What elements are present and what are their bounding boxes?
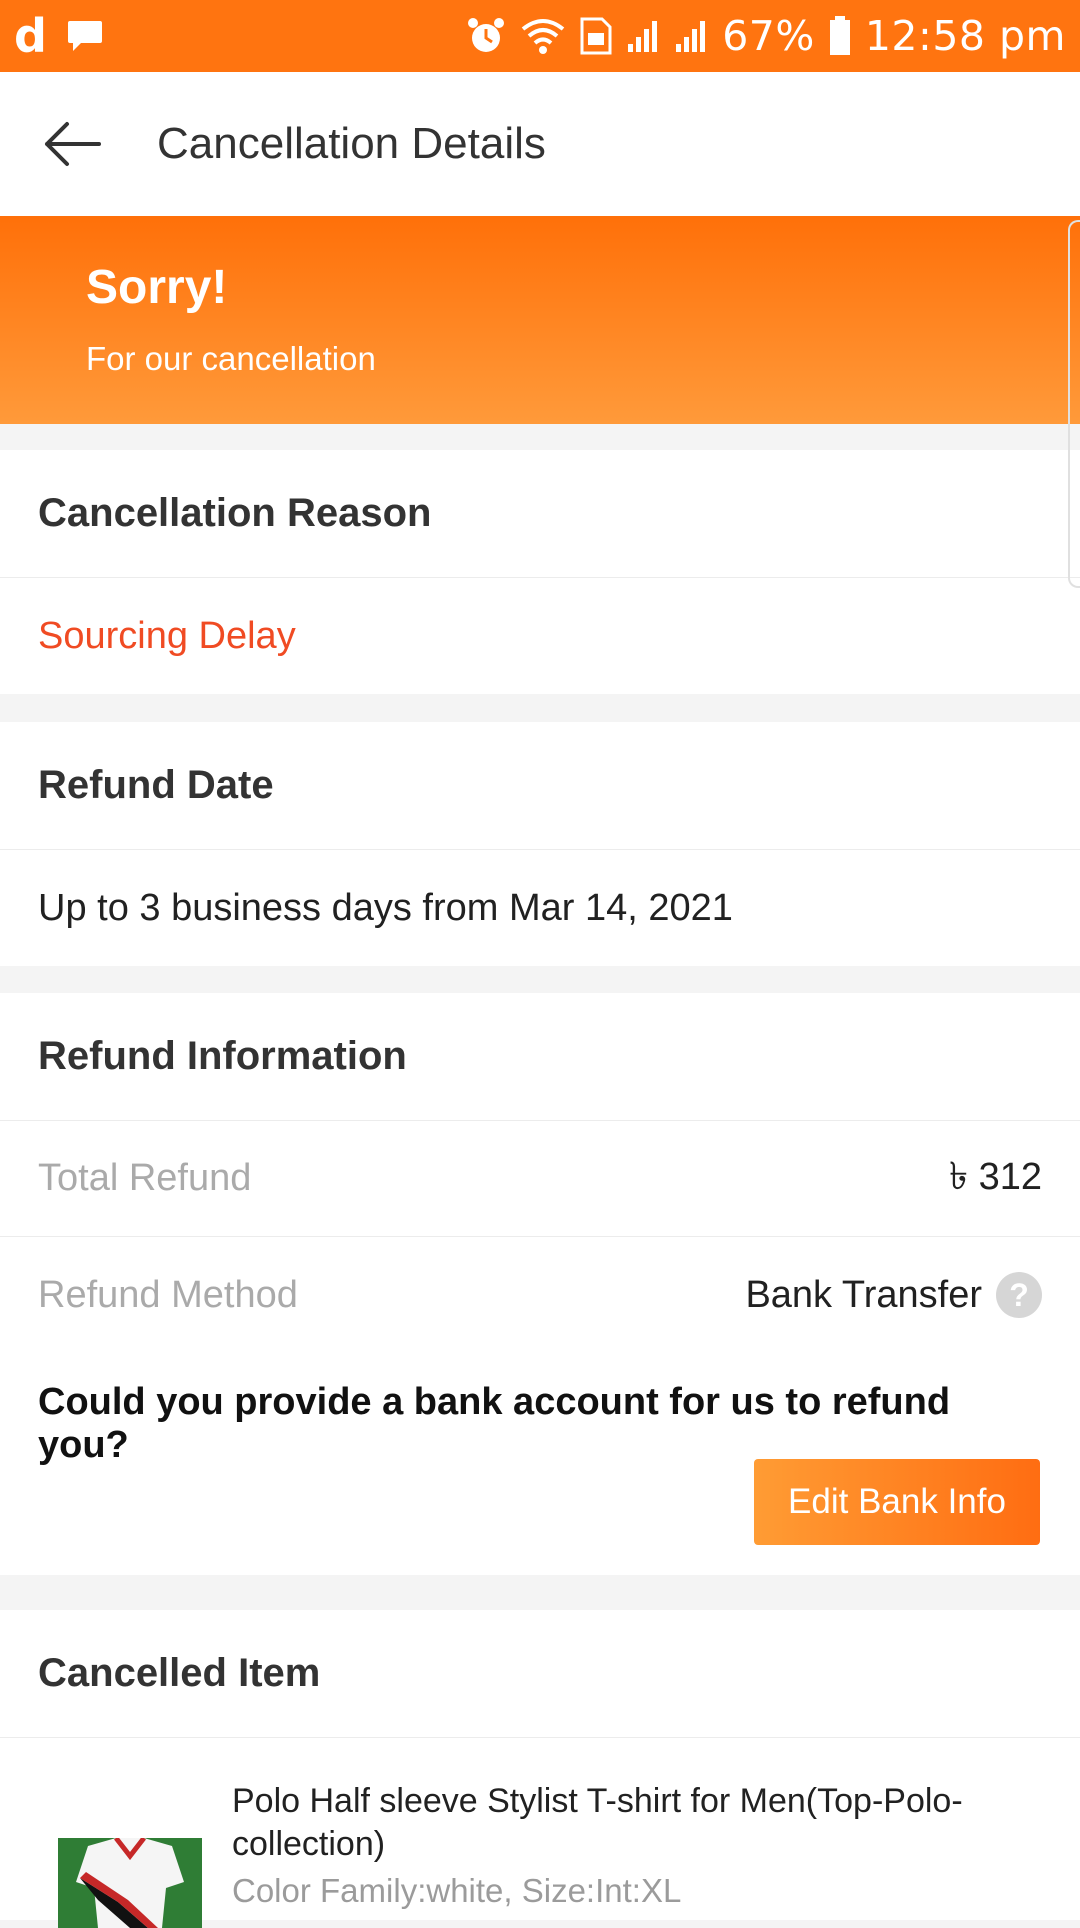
refund-information-section: Refund Information Total Refund ৳ 312 Re…	[0, 993, 1080, 1575]
section-heading: Cancelled Item	[0, 1610, 1080, 1738]
help-icon[interactable]: ?	[996, 1272, 1042, 1318]
alarm-icon	[468, 18, 505, 52]
scroll-edge-indicator	[1068, 220, 1080, 588]
polo-shirt-image	[58, 1838, 202, 1928]
cancelled-item-row[interactable]: Polo Half sleeve Stylist T-shirt for Men…	[0, 1738, 1080, 1928]
back-button[interactable]	[27, 99, 117, 189]
page-title: Cancellation Details	[157, 119, 546, 168]
cancellation-reason-value: Sourcing Delay	[38, 614, 296, 657]
section-heading: Refund Date	[0, 722, 1080, 850]
refund-method-row: Refund Method Bank Transfer ?	[0, 1237, 1080, 1353]
cancellation-reason-section: Cancellation Reason Sourcing Delay	[0, 450, 1080, 694]
app-d-icon: d	[14, 9, 48, 63]
refund-method-value-group: Bank Transfer ?	[745, 1272, 1042, 1318]
section-heading: Cancellation Reason	[0, 450, 1080, 578]
sim-icon	[580, 17, 612, 55]
refund-method-value: Bank Transfer	[745, 1273, 982, 1316]
total-refund-value: ৳ 312	[949, 1155, 1042, 1198]
refund-date-section: Refund Date Up to 3 business days from M…	[0, 722, 1080, 966]
button-row: Edit Bank Info	[0, 1459, 1080, 1575]
refund-date-value: Up to 3 business days from Mar 14, 2021	[38, 886, 733, 929]
item-attributes: Color Family:white, Size:Int:XL	[232, 1872, 682, 1909]
banner-subtitle: For our cancellation	[86, 340, 376, 377]
wifi-icon	[521, 19, 565, 54]
battery-percent: 67%	[722, 12, 815, 60]
signal-icon	[628, 21, 658, 52]
total-refund-label: Total Refund	[38, 1157, 252, 1199]
clock: 12:58 pm	[864, 12, 1066, 60]
cancelled-item-section: Cancelled Item Polo Half sleeve Stylist …	[0, 1610, 1080, 1928]
item-name: Polo Half sleeve Stylist T-shirt for Men…	[232, 1782, 963, 1863]
chat-icon	[68, 21, 103, 51]
total-refund-row: Total Refund ৳ 312	[0, 1121, 1080, 1237]
battery-icon	[829, 16, 850, 55]
signal-icon	[676, 21, 706, 52]
edit-bank-info-button[interactable]: Edit Bank Info	[754, 1459, 1040, 1545]
app-bar: Cancellation Details	[0, 72, 1080, 216]
product-thumbnail	[58, 1838, 202, 1928]
section-heading: Refund Information	[0, 993, 1080, 1121]
status-bar: d 67% 12:58 pm	[0, 0, 1080, 72]
apology-banner: Sorry! For our cancellation	[0, 216, 1080, 424]
back-arrow-icon	[45, 122, 101, 166]
banner-title: Sorry!	[86, 261, 228, 314]
bank-account-question: Could you provide a bank account for us …	[38, 1381, 951, 1466]
refund-method-label: Refund Method	[38, 1273, 298, 1316]
